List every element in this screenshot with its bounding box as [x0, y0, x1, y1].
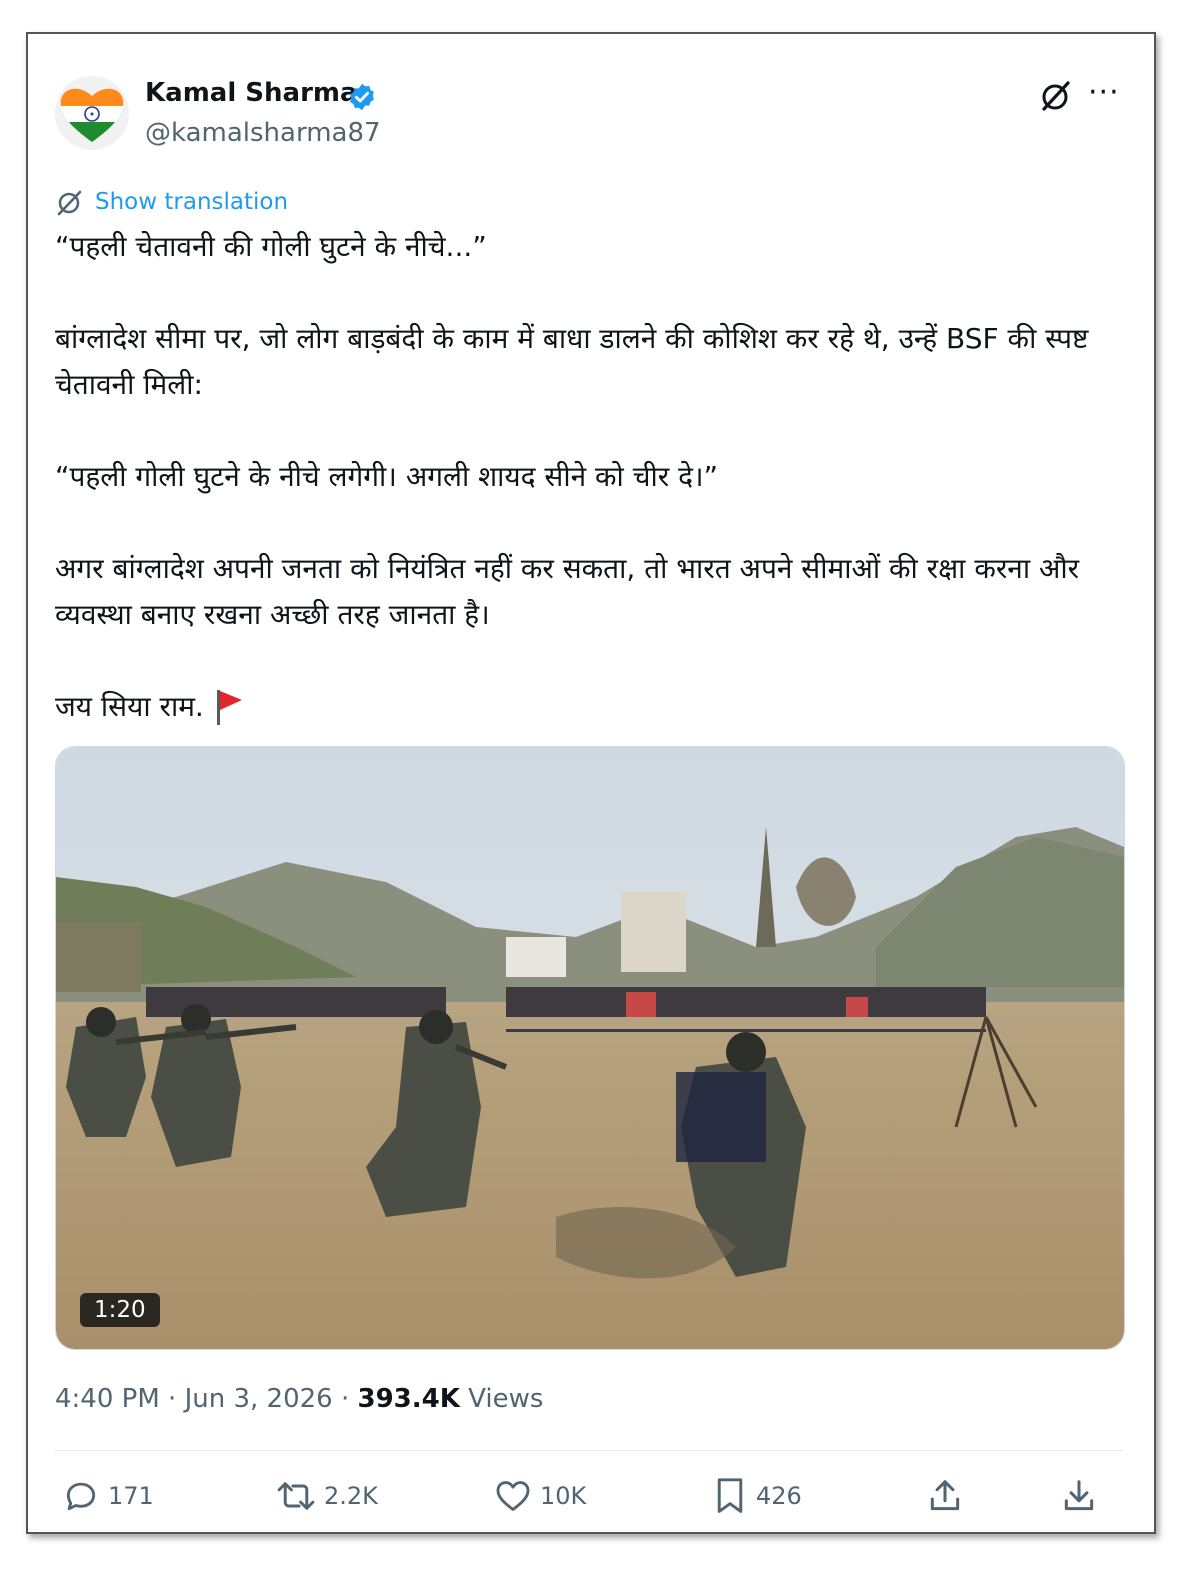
tweet-metadata: 4:40 PM · Jun 3, 2026 · 393.4K Views — [55, 1384, 543, 1414]
more-options-icon[interactable]: ··· — [1088, 78, 1120, 108]
reply-button[interactable]: 171 — [62, 1476, 154, 1516]
reply-icon — [66, 1482, 96, 1511]
bookmark-button[interactable]: 426 — [712, 1476, 802, 1516]
video-duration: 1:20 — [80, 1293, 160, 1327]
tweet-time[interactable]: 4:40 PM — [55, 1384, 160, 1414]
meta-separator: · — [168, 1384, 177, 1414]
repost-icon — [277, 1482, 315, 1510]
repost-button[interactable]: 2.2K — [276, 1476, 378, 1516]
show-translation-label: Show translation — [95, 189, 289, 215]
translate-icon — [57, 190, 82, 216]
download-button[interactable] — [1060, 1476, 1098, 1516]
share-button[interactable] — [926, 1476, 964, 1516]
video-thumbnail — [56, 747, 1124, 1349]
tweet-card: Kamal Sharma @kamalsharma87 ··· Show tra… — [26, 32, 1156, 1534]
heart-icon — [496, 1481, 530, 1511]
verified-badge-icon — [350, 83, 374, 111]
tweet-paragraph-3: “पहली गोली घुटने के नीचे लगेगी। अगली शाय… — [55, 460, 719, 493]
reply-count: 171 — [108, 1482, 154, 1510]
share-icon — [930, 1480, 960, 1511]
show-translation-link[interactable]: Show translation — [55, 186, 288, 218]
tweet-paragraph-2: बांग्लादेश सीमा पर, जो लोग बाड़बंदी के क… — [55, 322, 1089, 401]
download-icon — [1064, 1480, 1094, 1511]
bookmark-count: 426 — [756, 1482, 802, 1510]
views-count: 393.4K — [357, 1384, 460, 1414]
tweet-closing-text: जय सिया राम. — [55, 690, 204, 723]
bookmark-icon — [717, 1478, 743, 1513]
like-button[interactable]: 10K — [494, 1476, 586, 1516]
author-handle[interactable]: @kamalsharma87 — [145, 118, 381, 148]
red-flag-icon — [216, 690, 242, 725]
tweet-paragraph-4: अगर बांग्लादेश अपनी जनता को नियंत्रित नह… — [55, 552, 1080, 631]
tweet-text: “पहली चेतावनी की गोली घुटने के नीचे...” … — [55, 224, 1130, 730]
author-name[interactable]: Kamal Sharma — [145, 78, 358, 108]
views-label: Views — [468, 1384, 544, 1414]
repost-count: 2.2K — [324, 1482, 378, 1510]
tweet-paragraph-5: जय सिया राम. — [55, 684, 1130, 730]
tweet-date[interactable]: Jun 3, 2026 — [185, 1384, 333, 1414]
like-count: 10K — [540, 1482, 587, 1510]
avatar[interactable] — [55, 76, 129, 150]
video-player[interactable]: 1:20 — [55, 746, 1125, 1350]
grok-icon[interactable] — [1038, 78, 1074, 114]
divider — [55, 1450, 1123, 1451]
india-flag-heart-icon — [60, 88, 124, 142]
meta-separator: · — [340, 1384, 350, 1414]
tweet-paragraph-1: “पहली चेतावनी की गोली घुटने के नीचे...” — [55, 230, 487, 263]
